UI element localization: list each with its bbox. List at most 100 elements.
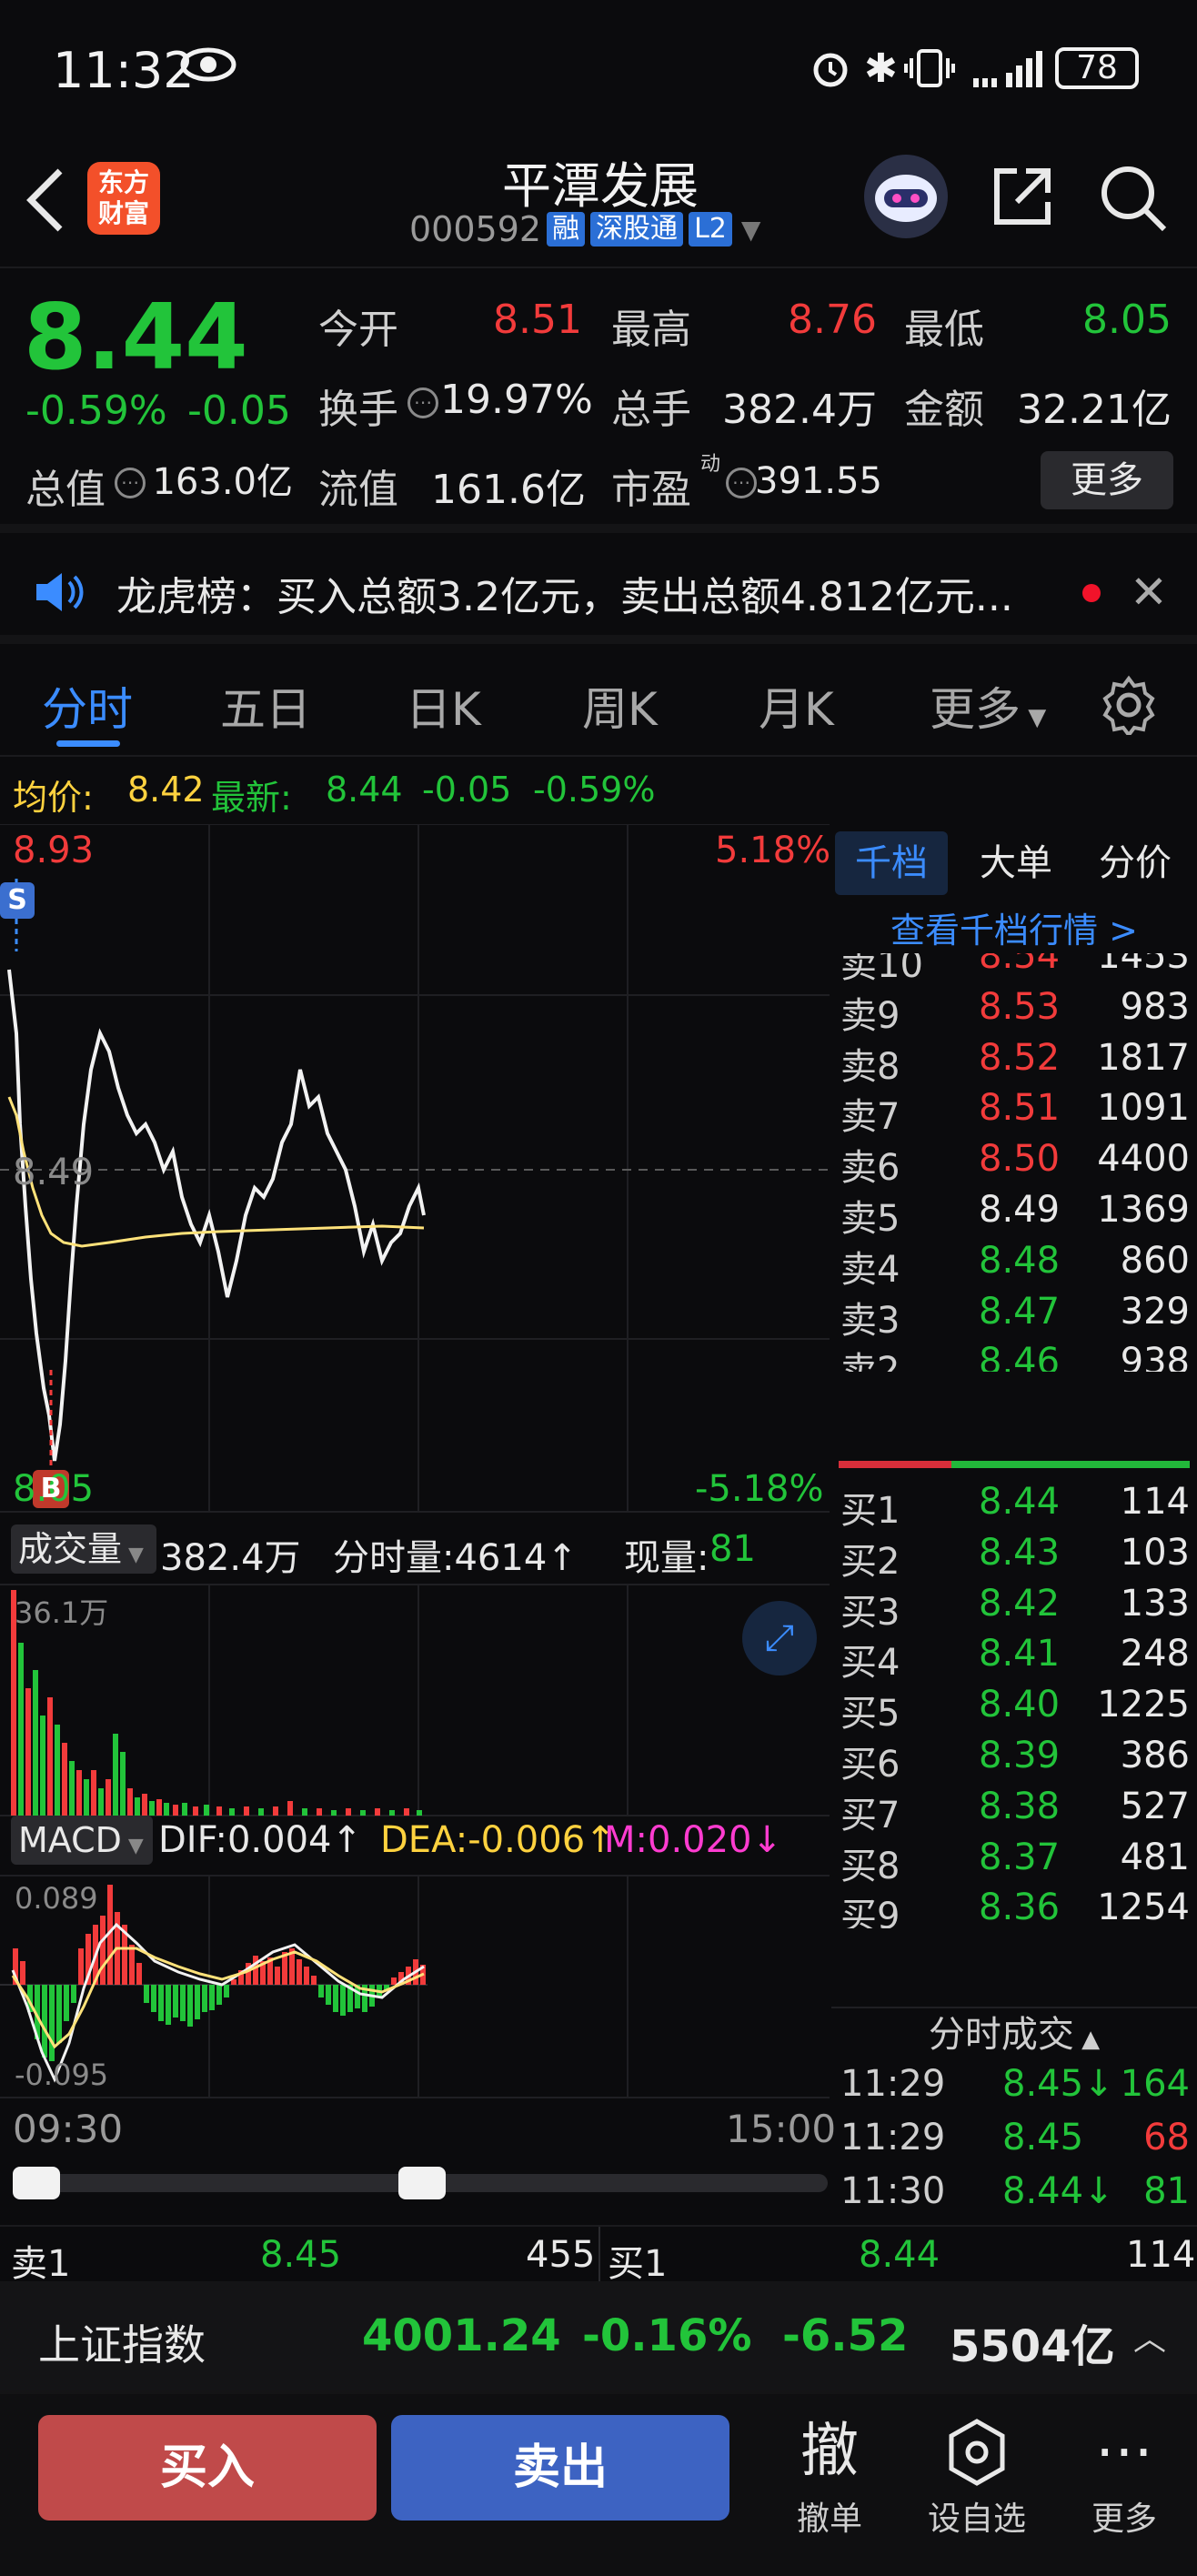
ask-row[interactable]: 卖3 8.47 329: [831, 1291, 1197, 1342]
avg-label: 均价:: [13, 778, 94, 818]
info-icon[interactable]: ⋯: [115, 468, 146, 498]
info-icon[interactable]: ⋯: [726, 468, 757, 498]
stock-code: 000592: [409, 209, 542, 249]
current-price: 8.44: [24, 284, 248, 390]
index-pct: -0.16%: [582, 2310, 752, 2361]
latest-pct: -0.59%: [533, 770, 656, 810]
trade-price: 8.44↓: [1002, 2170, 1114, 2212]
volume-value: 382.4万: [722, 387, 877, 433]
buy-marker-text: B: [40, 1473, 62, 1504]
ask-volume: 1817: [1097, 1036, 1190, 1079]
add-watchlist-button[interactable]: 设自选: [913, 2410, 1041, 2540]
tab-month-k[interactable]: 月K: [759, 673, 834, 739]
tab-five-day[interactable]: 五日: [220, 673, 311, 739]
price-line: [7, 969, 426, 1462]
more-dots-icon: ⋯: [1095, 2418, 1153, 2485]
bid-level-label: 买9: [840, 1896, 900, 1928]
ask-row[interactable]: 卖7 8.51 1091: [831, 1087, 1197, 1138]
ask-volume: 1091: [1097, 1087, 1190, 1130]
stock-header: 东方 财富 平潭发展 000592 融 深股通 L2 ▼: [0, 146, 1197, 268]
latest-change: -0.05: [422, 770, 512, 810]
trade-price: 8.45↓: [1002, 2063, 1114, 2105]
tab-day-k[interactable]: 日K: [406, 673, 481, 739]
trade-row[interactable]: 11:30 8.44↓ 81: [831, 2170, 1197, 2223]
ask-row[interactable]: 卖6 8.50 4400: [831, 1138, 1197, 1189]
slider-right-handle[interactable]: [398, 2167, 446, 2199]
ask-row[interactable]: 卖8 8.52 1817: [831, 1037, 1197, 1088]
open-value: 8.51: [493, 297, 582, 343]
close-icon[interactable]: ✕: [1130, 566, 1168, 619]
brand-logo: 东方 财富: [87, 162, 160, 235]
bid-row[interactable]: 买2 8.43 103: [831, 1532, 1197, 1583]
ask-row[interactable]: 卖10 8.54 1453: [831, 953, 1197, 986]
ask-level-label: 卖10: [840, 953, 923, 986]
bid-row[interactable]: 买9 8.36 1254: [831, 1887, 1197, 1928]
bid-price: 8.37: [979, 1836, 1061, 1878]
bid-level-label: 买7: [840, 1794, 900, 1836]
chevron-up-icon[interactable]: ︿: [1133, 2312, 1166, 2360]
news-text: 龙虎榜：买入总额3.2亿元，卖出总额4.812亿元...: [116, 574, 1013, 620]
robot-avatar-icon[interactable]: [864, 155, 948, 238]
ask-row[interactable]: 卖4 8.48 860: [831, 1240, 1197, 1291]
tab-week-k[interactable]: 周K: [582, 673, 658, 739]
ask-volume: 983: [1120, 985, 1190, 1028]
trade-volume: 81: [1143, 2170, 1190, 2212]
stock-code-row[interactable]: 000592 融 深股通 L2 ▼: [409, 209, 760, 249]
bid-row[interactable]: 买8 8.37 481: [831, 1836, 1197, 1887]
expand-icon[interactable]: ⤢: [742, 1601, 817, 1675]
view-thousand-level-link[interactable]: 查看千档行情 >: [831, 902, 1197, 952]
search-icon[interactable]: [1099, 164, 1168, 236]
tab-intraday[interactable]: 分时: [42, 673, 133, 739]
settings-icon[interactable]: [1099, 675, 1159, 739]
ask-price: 8.50: [979, 1138, 1061, 1181]
change-pct: -0.59%: [25, 387, 167, 434]
bid-row[interactable]: 买3 8.42 133: [831, 1583, 1197, 1634]
bid-row[interactable]: 买7 8.38 527: [831, 1786, 1197, 1836]
high-label: 最高: [611, 307, 691, 353]
ask-row[interactable]: 卖2 8.46 938: [831, 1341, 1197, 1372]
bid-volume: 103: [1120, 1531, 1190, 1574]
speaker-icon: [33, 569, 84, 619]
trade-row[interactable]: 11:29 8.45↓ 164: [831, 2063, 1197, 2116]
bid-level-label: 买2: [840, 1540, 900, 1583]
trades-title-row[interactable]: 分时成交 ▲: [831, 2007, 1197, 2068]
turnover-value: 19.97%: [440, 377, 593, 423]
tab-more[interactable]: 更多 ▼: [930, 673, 1046, 739]
trade-row[interactable]: 11:29 8.45 68: [831, 2117, 1197, 2169]
ask-row[interactable]: 卖5 8.49 1369: [831, 1189, 1197, 1240]
stock-title: 平潭发展: [502, 157, 699, 215]
tab-large-orders[interactable]: 大单: [961, 831, 1071, 895]
ask-row[interactable]: 卖9 8.53 983: [831, 986, 1197, 1037]
bid-level-label: 买3: [840, 1591, 900, 1634]
macd-top-label: 0.089: [15, 1881, 98, 1916]
back-icon[interactable]: [20, 164, 71, 240]
index-bar[interactable]: 上证指数 4001.24 -0.16% -6.52 5504亿 ︿: [0, 2281, 1197, 2394]
more-quote-button[interactable]: 更多: [1041, 451, 1173, 509]
bid-row[interactable]: 买5 8.40 1225: [831, 1684, 1197, 1735]
more-actions-button[interactable]: ⋯ 更多: [1061, 2410, 1188, 2540]
news-ticker[interactable]: 龙虎榜：买入总额3.2亿元，卖出总额4.812亿元... ✕: [0, 542, 1197, 644]
intraday-chart[interactable]: 8.93 5.18% 8.49 8.05 -5.18% S B 成交量 ▼ 38…: [0, 823, 836, 2225]
macd-dif: DIF:0.004↑: [158, 1819, 363, 1861]
bid-row[interactable]: 买1 8.44 114: [831, 1481, 1197, 1532]
slider-left-handle[interactable]: [13, 2167, 60, 2199]
bid-row[interactable]: 买4 8.41 248: [831, 1633, 1197, 1684]
ask-level-label: 卖7: [840, 1096, 900, 1139]
buy-button[interactable]: 买入: [38, 2415, 377, 2521]
bid-volume: 1225: [1097, 1684, 1190, 1726]
share-icon[interactable]: [990, 164, 1055, 233]
bid-price: 8.38: [979, 1785, 1061, 1827]
sell-button[interactable]: 卖出: [391, 2415, 729, 2521]
vibrate-icon: [904, 47, 955, 93]
cancel-order-button[interactable]: 撤 撤单: [766, 2410, 893, 2540]
tab-price-breakdown[interactable]: 分价: [1077, 831, 1193, 895]
macd-indicator-select[interactable]: MACD ▼: [11, 1816, 153, 1865]
amount-value: 32.21亿: [1017, 387, 1172, 433]
sell-marker-text: S: [7, 884, 27, 916]
best-bid-vol: 114: [1126, 2234, 1196, 2276]
tab-thousand-level[interactable]: 千档: [835, 831, 948, 895]
bid-row[interactable]: 买6 8.39 386: [831, 1735, 1197, 1786]
info-icon[interactable]: ⋯: [407, 387, 438, 418]
volume-indicator-select[interactable]: 成交量 ▼: [11, 1524, 156, 1574]
bid-volume: 133: [1120, 1582, 1190, 1625]
